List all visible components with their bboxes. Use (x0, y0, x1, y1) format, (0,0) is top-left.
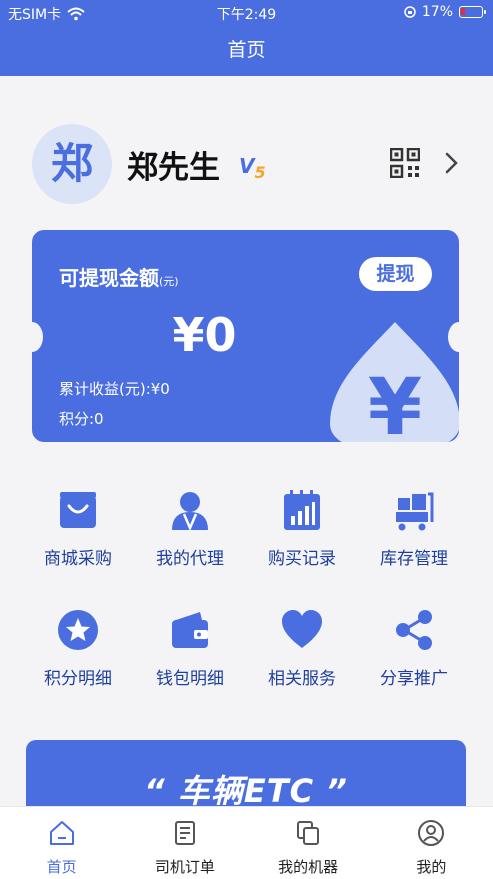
total-income: 累计收益(元):¥0 (59, 380, 170, 398)
wallet-icon (172, 612, 208, 648)
menu-label: 我的代理 (156, 549, 224, 569)
tab-home[interactable]: 首页 (0, 807, 123, 879)
profile-header[interactable]: 郑 郑先生 V5 (32, 124, 462, 204)
tab-label: 我的机器 (278, 858, 339, 876)
star-icon (58, 610, 98, 650)
tab-label: 我的 (416, 858, 447, 876)
menu-wallet-detail[interactable]: 钱包明细 (134, 608, 246, 698)
withdraw-button[interactable]: 提现 (359, 257, 432, 291)
menu-mall-purchase[interactable]: 商城采购 (22, 488, 134, 578)
machine-icon (297, 821, 320, 845)
avatar[interactable]: 郑 (32, 124, 112, 204)
menu-purchase-records[interactable]: 购买记录 (246, 488, 358, 578)
battery-percent: 17% (421, 4, 453, 20)
tab-label: 司机订单 (154, 858, 215, 876)
tab-label: 首页 (46, 858, 77, 876)
menu-share-promote[interactable]: 分享推广 (358, 608, 470, 698)
balance-card: 可提现金额(元) 提现 ¥0 累计收益(元):¥0 积分:0 ¥ (32, 230, 459, 442)
tab-my-machines[interactable]: 我的机器 (247, 807, 370, 879)
qr-code-icon[interactable] (390, 148, 420, 178)
agent-icon (172, 492, 208, 532)
orders-icon (174, 821, 195, 845)
yen-drop-icon: ¥ (330, 322, 459, 442)
withdrawable-title: 可提现金额(元) (59, 262, 179, 291)
menu-label: 购买记录 (268, 549, 336, 569)
status-bar: 无SIM卡 下午2:49 17% (0, 0, 493, 24)
menu-my-agent[interactable]: 我的代理 (134, 488, 246, 578)
withdrawable-label: 可提现金额 (59, 266, 159, 290)
menu-label: 积分明细 (44, 669, 112, 689)
tab-bar: 首页 司机订单 我的机器 我的 (0, 806, 493, 879)
coin-symbol: ¥ (368, 363, 422, 442)
menu-inventory[interactable]: 库存管理 (358, 488, 470, 578)
vip-level: 5 (254, 163, 266, 182)
menu-row-2: 积分明细 钱包明细 相关服务 分享推广 (22, 608, 471, 698)
share-icon (396, 610, 432, 650)
tab-mine[interactable]: 我的 (370, 807, 493, 879)
menu-points-detail[interactable]: 积分明细 (22, 608, 134, 698)
tab-driver-orders[interactable]: 司机订单 (123, 807, 246, 879)
menu-label: 相关服务 (268, 669, 336, 689)
menu-label: 库存管理 (380, 549, 448, 569)
menu-row-1: 商城采购 我的代理 购买记录 库存管理 (22, 488, 471, 578)
menu-related-services[interactable]: 相关服务 (246, 608, 358, 698)
inventory-icon (396, 492, 434, 531)
points-value: 积分:0 (59, 410, 104, 428)
user-icon (418, 820, 445, 846)
menu-label: 钱包明细 (156, 669, 224, 689)
heart-icon (282, 610, 322, 648)
status-right: 17% (404, 4, 486, 20)
menu-label: 分享推广 (380, 669, 448, 689)
nav-title: 首页 (0, 24, 493, 76)
user-name: 郑先生 (127, 150, 220, 186)
vip-prefix: V (239, 154, 255, 178)
rotation-lock-icon (404, 6, 416, 18)
vip-badge: V5 (239, 154, 266, 182)
battery-icon (459, 6, 486, 18)
home-icon (49, 821, 74, 845)
shopping-bag-icon (60, 492, 96, 528)
purchase-record-icon (284, 490, 320, 530)
menu-label: 商城采购 (44, 549, 112, 569)
withdrawable-unit: (元) (159, 275, 179, 288)
chevron-right-icon[interactable] (445, 152, 459, 174)
